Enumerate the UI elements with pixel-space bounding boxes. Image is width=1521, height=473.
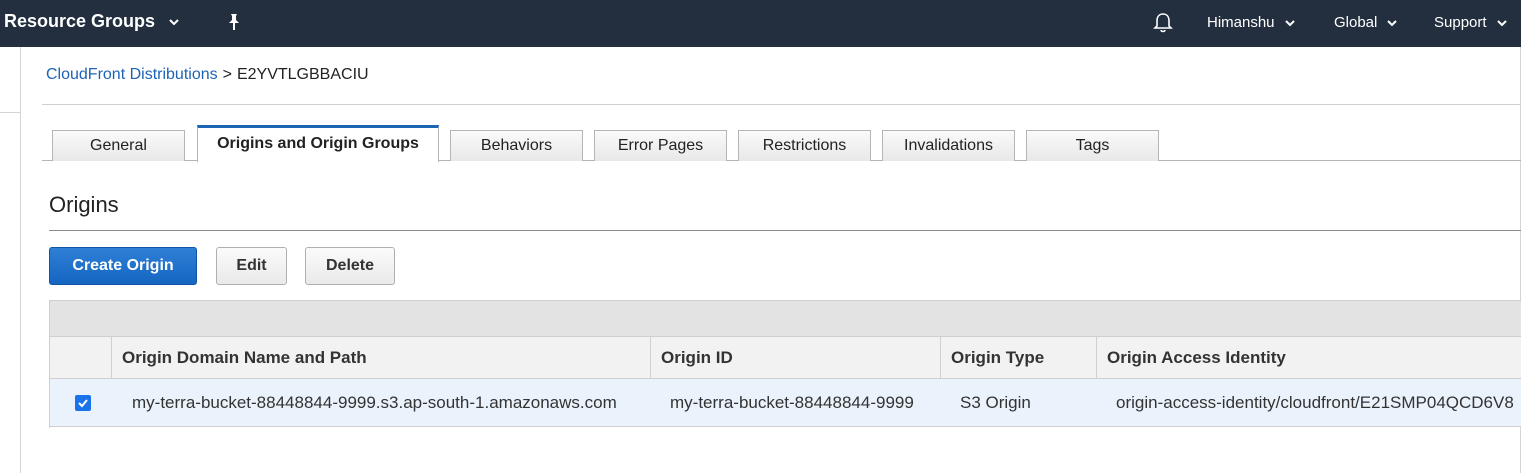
column-header-origin-type[interactable]: Origin Type	[940, 337, 1096, 379]
delete-button[interactable]: Delete	[305, 247, 395, 285]
select-column-header	[50, 337, 111, 379]
support-menu[interactable]: Support	[1434, 14, 1507, 31]
support-menu-label: Support	[1434, 14, 1487, 31]
origins-table: Origin Domain Name and Path Origin ID Or…	[49, 300, 1521, 428]
user-menu-label: Himanshu	[1207, 14, 1275, 31]
column-header-origin-id[interactable]: Origin ID	[650, 337, 940, 379]
table-toolbar	[50, 300, 1521, 337]
tab-restrictions[interactable]: Restrictions	[738, 130, 871, 161]
cell-origin-type: S3 Origin	[960, 393, 1031, 412]
table-row[interactable]: my-terra-bucket-88448844-9999.s3.ap-sout…	[50, 379, 1521, 427]
chevron-down-icon	[1387, 19, 1398, 26]
breadcrumb: CloudFront Distributions > E2YVTLGBBACIU	[46, 66, 369, 84]
notifications-bell-icon[interactable]	[1151, 11, 1175, 35]
row-select-checkbox[interactable]	[75, 395, 91, 411]
resource-groups-menu[interactable]: Resource Groups	[4, 11, 179, 32]
tab-general[interactable]: General	[52, 130, 185, 161]
column-header-origin-access-identity[interactable]: Origin Access Identity	[1096, 337, 1521, 379]
breadcrumb-divider	[42, 104, 1521, 105]
left-gutter-rule	[0, 112, 20, 113]
tab-error-pages[interactable]: Error Pages	[594, 130, 727, 161]
edit-button[interactable]: Edit	[216, 247, 287, 285]
tab-bar: General Origins and Origin Groups Behavi…	[42, 124, 1521, 162]
tab-tags[interactable]: Tags	[1026, 130, 1159, 161]
checkmark-icon	[78, 399, 88, 408]
tab-invalidations[interactable]: Invalidations	[882, 130, 1015, 161]
top-nav-bar: Resource Groups Himanshu Global Support	[0, 0, 1521, 47]
cell-domain: my-terra-bucket-88448844-9999.s3.ap-sout…	[132, 393, 617, 412]
pin-icon[interactable]	[224, 12, 244, 32]
section-divider	[49, 230, 1521, 231]
cell-origin-access-identity: origin-access-identity/cloudfront/E21SMP…	[1116, 393, 1514, 412]
region-menu[interactable]: Global	[1334, 14, 1398, 31]
chevron-down-icon	[169, 18, 179, 25]
section-title: Origins	[49, 192, 119, 217]
tab-behaviors[interactable]: Behaviors	[450, 130, 583, 161]
left-gutter-divider	[20, 47, 21, 473]
breadcrumb-separator: >	[222, 66, 232, 83]
tab-origins-and-origin-groups[interactable]: Origins and Origin Groups	[197, 125, 439, 162]
chevron-down-icon	[1496, 19, 1507, 26]
chevron-down-icon	[1284, 19, 1295, 26]
region-menu-label: Global	[1334, 14, 1378, 31]
resource-groups-label: Resource Groups	[4, 11, 156, 31]
column-header-domain[interactable]: Origin Domain Name and Path	[111, 337, 650, 379]
create-origin-button[interactable]: Create Origin	[49, 247, 197, 285]
cell-origin-id: my-terra-bucket-88448844-9999	[670, 393, 914, 412]
breadcrumb-link-distributions[interactable]: CloudFront Distributions	[46, 66, 218, 84]
table-header-row: Origin Domain Name and Path Origin ID Or…	[50, 337, 1521, 379]
user-menu[interactable]: Himanshu	[1207, 14, 1295, 31]
breadcrumb-current: E2YVTLGBBACIU	[236, 66, 369, 83]
